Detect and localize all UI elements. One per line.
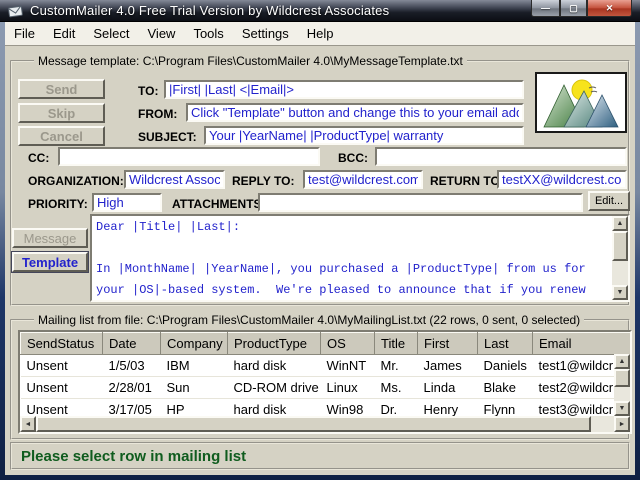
mountains-sun-icon bbox=[543, 79, 619, 127]
menu-tools[interactable]: Tools bbox=[184, 23, 232, 44]
column-header-os[interactable]: OS bbox=[320, 332, 375, 355]
priority-label: PRIORITY: bbox=[28, 197, 88, 211]
cell-producttype[interactable]: CD-ROM drive bbox=[227, 376, 321, 399]
attachments-label: ATTACHMENTS: bbox=[172, 197, 266, 211]
return-to-input[interactable] bbox=[497, 170, 627, 189]
table-row[interactable]: Unsent 1/5/03 IBM hard disk WinNT Mr. Ja… bbox=[20, 354, 630, 377]
window-title: CustomMailer 4.0 Free Trial Version by W… bbox=[30, 3, 390, 18]
column-header-company[interactable]: Company bbox=[160, 332, 228, 355]
cell-company[interactable]: IBM bbox=[160, 354, 228, 377]
menu-select[interactable]: Select bbox=[84, 23, 138, 44]
cell-company[interactable]: Sun bbox=[160, 376, 228, 399]
client-area: Message template: C:\Program Files\Custo… bbox=[5, 46, 635, 475]
table-hscroll-thumb[interactable] bbox=[36, 416, 591, 432]
cell-first[interactable]: James bbox=[417, 354, 478, 377]
to-input[interactable] bbox=[164, 80, 524, 99]
scroll-down-icon[interactable]: ▼ bbox=[612, 285, 628, 300]
message-scroll-thumb[interactable] bbox=[612, 231, 628, 261]
scroll-up-icon[interactable]: ▲ bbox=[614, 354, 630, 369]
send-button[interactable]: Send bbox=[18, 79, 105, 99]
priority-input[interactable] bbox=[92, 193, 162, 212]
table-horizontal-scrollbar[interactable]: ◄ ► bbox=[20, 416, 630, 432]
skip-button[interactable]: Skip bbox=[18, 103, 105, 123]
table-vertical-scrollbar[interactable]: ▲ ▼ bbox=[614, 354, 630, 416]
status-message: Please select row in mailing list bbox=[21, 447, 247, 465]
edit-attachments-button[interactable]: Edit... bbox=[588, 191, 630, 211]
menu-settings[interactable]: Settings bbox=[233, 23, 298, 44]
column-header-producttype[interactable]: ProductType bbox=[227, 332, 321, 355]
cell-last[interactable]: Blake bbox=[477, 376, 533, 399]
menu-view[interactable]: View bbox=[139, 23, 185, 44]
scroll-right-icon[interactable]: ► bbox=[614, 416, 630, 432]
message-body-editor[interactable]: Dear |Title| |Last|: In |MonthName| |Yea… bbox=[90, 214, 630, 302]
attachments-input[interactable] bbox=[258, 193, 583, 212]
cell-sendstatus[interactable]: Unsent bbox=[20, 354, 103, 377]
cell-date[interactable]: 1/5/03 bbox=[102, 354, 161, 377]
column-header-date[interactable]: Date bbox=[102, 332, 161, 355]
scroll-left-icon[interactable]: ◄ bbox=[20, 416, 36, 432]
message-template-group-label: Message template: C:\Program Files\Custo… bbox=[34, 54, 467, 68]
column-header-email[interactable]: Email bbox=[532, 332, 630, 355]
wildcrest-mountains-logo bbox=[535, 72, 627, 133]
status-box: Please select row in mailing list bbox=[10, 442, 630, 470]
table-vscroll-thumb[interactable] bbox=[614, 369, 630, 387]
subject-input[interactable] bbox=[204, 126, 524, 145]
column-header-last[interactable]: Last bbox=[477, 332, 533, 355]
menu-edit[interactable]: Edit bbox=[44, 23, 84, 44]
cell-sendstatus[interactable]: Unsent bbox=[20, 376, 103, 399]
cancel-button[interactable]: Cancel bbox=[18, 126, 105, 146]
cell-os[interactable]: Linux bbox=[320, 376, 375, 399]
cell-first[interactable]: Linda bbox=[417, 376, 478, 399]
table-header-row: SendStatus Date Company ProductType OS T… bbox=[20, 332, 630, 355]
minimize-button[interactable]: — bbox=[531, 0, 560, 17]
return-to-label: RETURN TO: bbox=[430, 174, 504, 188]
bcc-label: BCC: bbox=[338, 151, 368, 165]
scroll-down-icon[interactable]: ▼ bbox=[614, 401, 630, 416]
reply-to-input[interactable] bbox=[303, 170, 423, 189]
cell-title[interactable]: Mr. bbox=[374, 354, 418, 377]
close-button[interactable]: ✕ bbox=[587, 0, 632, 17]
bcc-input[interactable] bbox=[375, 147, 627, 166]
menu-help[interactable]: Help bbox=[298, 23, 343, 44]
cell-os[interactable]: WinNT bbox=[320, 354, 375, 377]
mailing-list-group-label: Mailing list from file: C:\Program Files… bbox=[34, 313, 585, 327]
template-view-button[interactable]: Template bbox=[12, 252, 88, 272]
from-input[interactable] bbox=[186, 103, 524, 122]
app-envelope-icon bbox=[8, 4, 24, 18]
cell-title[interactable]: Ms. bbox=[374, 376, 418, 399]
cell-producttype[interactable]: hard disk bbox=[227, 354, 321, 377]
cc-input[interactable] bbox=[58, 147, 320, 166]
to-label: TO: bbox=[138, 84, 159, 98]
cell-last[interactable]: Daniels bbox=[477, 354, 533, 377]
from-label: FROM: bbox=[138, 107, 178, 121]
message-body-text: Dear |Title| |Last|: In |MonthName| |Yea… bbox=[96, 220, 586, 297]
table-row[interactable]: Unsent 2/28/01 Sun CD-ROM drive Linux Ms… bbox=[20, 376, 630, 399]
message-vertical-scrollbar[interactable]: ▲ ▼ bbox=[612, 216, 628, 300]
maximize-button[interactable]: ▢ bbox=[560, 0, 587, 17]
menu-file[interactable]: File bbox=[5, 23, 44, 44]
column-header-sendstatus[interactable]: SendStatus bbox=[20, 332, 103, 355]
organization-label: ORGANIZATION: bbox=[28, 174, 124, 188]
organization-input[interactable] bbox=[124, 170, 225, 189]
subject-label: SUBJECT: bbox=[138, 130, 197, 144]
mailing-list-table: SendStatus Date Company ProductType OS T… bbox=[18, 330, 632, 434]
column-header-title[interactable]: Title bbox=[374, 332, 418, 355]
column-header-first[interactable]: First bbox=[417, 332, 478, 355]
reply-to-label: REPLY TO: bbox=[232, 174, 295, 188]
cc-label: CC: bbox=[28, 151, 50, 165]
menu-bar: File Edit Select View Tools Settings Hel… bbox=[5, 22, 635, 46]
cell-date[interactable]: 2/28/01 bbox=[102, 376, 161, 399]
message-view-button[interactable]: Message bbox=[12, 228, 88, 248]
title-bar[interactable]: CustomMailer 4.0 Free Trial Version by W… bbox=[0, 0, 640, 22]
scroll-up-icon[interactable]: ▲ bbox=[612, 216, 628, 231]
